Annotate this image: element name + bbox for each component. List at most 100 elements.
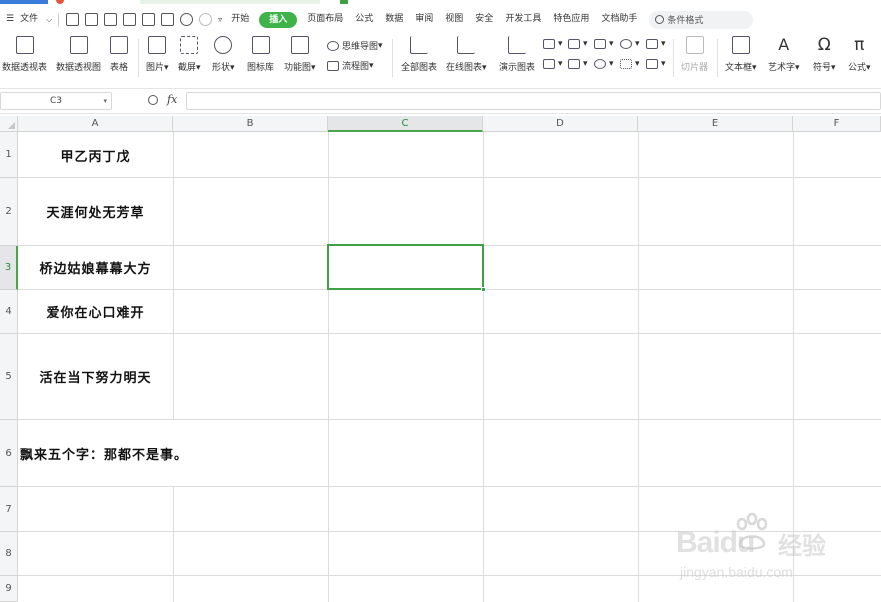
line-chart-icon [594,39,606,49]
open-folder-icon[interactable] [85,13,99,26]
picture-button[interactable]: 图片▾ [146,36,169,73]
online-chart-button[interactable]: 在线图表▾ [446,36,487,73]
mindmap-icon [327,40,339,51]
bar-chart-dropdown[interactable]: ▾ [568,39,588,49]
pie-chart-dropdown[interactable]: ▾ [594,59,614,69]
line-chart-dropdown[interactable]: ▾ [594,39,614,49]
shape-button[interactable]: 形状▾ [212,36,235,73]
tab-special-apps[interactable]: 特色应用 [547,6,595,33]
tab-page-layout[interactable]: 页面布局 [301,6,349,33]
wordart-button[interactable]: A 艺术字▾ [768,35,800,74]
ribbon-divider [673,39,674,77]
row-header-9[interactable]: 9 [0,576,18,602]
cell-a4[interactable]: 爱你在心口难开 [18,290,173,333]
column-header-e[interactable]: E [638,116,793,132]
stock-chart-icon [568,59,580,69]
tab-data[interactable]: 数据 [379,6,409,33]
function-chart-button[interactable]: 功能图▾ [284,36,316,73]
tab-developer[interactable]: 开发工具 [499,6,547,33]
row-header-2[interactable]: 2 [0,178,18,246]
formula-input[interactable] [186,92,881,110]
home-tab-indicator[interactable] [0,0,48,4]
select-all-corner[interactable] [0,116,18,132]
row-header-8[interactable]: 8 [0,532,18,576]
combo-chart-dropdown[interactable]: ▾ [646,59,666,69]
active-cell-c3[interactable] [327,244,486,292]
export-icon[interactable] [123,13,137,26]
tab-review[interactable]: 审阅 [409,6,439,33]
icon-library-label: 图标库 [247,63,275,73]
mail-chart-dropdown[interactable]: ▾ [543,59,563,69]
tab-home[interactable]: 开始 [225,6,255,33]
insert-function-button[interactable]: fx [167,93,177,106]
tab-doc-assistant[interactable]: 文档助手 [595,6,643,33]
row-header-3[interactable]: 3 [0,246,18,290]
cell-a1[interactable]: 甲乙丙丁戊 [18,133,173,177]
quick-access-dropdown-icon[interactable]: ▿ [215,6,225,33]
ribbon-divider [717,39,718,77]
row-header-4[interactable]: 4 [0,290,18,334]
function-chart-icon [290,36,309,54]
scatter-chart-dropdown[interactable]: ▾ [620,59,640,69]
column-header-c[interactable]: C [328,116,483,132]
slicer-button[interactable]: 切片器 [681,36,708,73]
mindmap-button[interactable]: 思维导图 ▾ [327,39,383,52]
save-icon[interactable] [104,13,118,26]
app-tab-indicator[interactable] [56,0,64,4]
flowchart-button[interactable]: 流程图 ▾ [327,59,374,72]
row-header-7[interactable]: 7 [0,487,18,532]
name-box[interactable]: C3 ▾ [0,92,112,110]
stock-chart-dropdown[interactable]: ▾ [568,59,588,69]
watermark-site: jingyan.baidu.com [680,564,793,580]
symbol-button[interactable]: Ω 符号▾ [813,36,836,73]
fill-handle[interactable] [481,287,486,292]
new-file-icon[interactable] [66,13,80,26]
pivot-table-label: 数据透视表 [2,63,48,73]
textbox-button[interactable]: 文本框▾ [725,36,757,73]
screenshot-button[interactable]: 截屏▾ [178,36,201,73]
gridline [18,486,881,487]
active-doc-tab[interactable] [140,0,320,4]
command-search-box[interactable]: 条件格式 [649,10,754,29]
tab-formulas[interactable]: 公式 [349,6,379,33]
area-chart-dropdown[interactable]: ▾ [646,39,666,49]
tab-security[interactable]: 安全 [469,6,499,33]
redo-icon[interactable] [199,13,213,26]
pivot-table-button[interactable]: 数据透视表 [2,36,47,73]
all-charts-button[interactable]: 全部图表 [401,36,437,73]
column-header-a[interactable]: A [18,116,173,132]
print-preview-icon[interactable] [161,13,175,26]
pivot-chart-button[interactable]: 数据透视图 [56,36,101,73]
screenshot-icon [180,36,199,54]
column-header-f[interactable]: F [793,116,881,132]
chevron-down-icon[interactable]: ▾ [103,93,107,109]
demo-chart-button[interactable]: 演示图表 [499,36,535,73]
cell-a5[interactable]: 活在当下努力明天 [18,334,173,419]
tab-insert[interactable]: 插入 [259,11,298,28]
row-header-6[interactable]: 6 [0,420,18,487]
insert-ribbon: 数据透视表 数据透视图 表格 图片▾ 截屏▾ 形状▾ 图标库 功能图▾ 思维导图… [0,33,881,83]
cell-a2[interactable]: 天涯何处无芳草 [18,178,173,245]
column-header-b[interactable]: B [173,116,328,132]
column-chart-dropdown[interactable]: ▾ [543,39,563,49]
watermark-brand-cn: 经验 [778,532,826,560]
chevron-down-icon[interactable]: ⌵ [44,6,54,33]
formula-button[interactable]: π 公式▾ [848,36,871,73]
undo-icon[interactable] [180,13,194,26]
table-button[interactable]: 表格 [110,36,128,73]
radar-chart-dropdown[interactable]: ▾ [620,39,640,49]
cell-a3[interactable]: 桥边姑娘幕幕大方 [18,246,173,289]
row-header-1[interactable]: 1 [0,132,18,178]
hamburger-icon[interactable]: ☰ [0,6,20,33]
tab-view[interactable]: 视图 [439,6,469,33]
zoom-icon[interactable] [148,95,158,105]
cell-a6[interactable]: 飘来五个字：那都不是事。 [18,420,328,486]
wordart-icon: A [778,35,790,54]
watermark-brand: Baidu [676,526,755,559]
column-header-d[interactable]: D [483,116,638,132]
icon-library-button[interactable]: 图标库 [247,36,274,73]
column-chart-icon [543,39,555,49]
file-menu[interactable]: 文件 [20,6,44,33]
row-header-5[interactable]: 5 [0,334,18,420]
print-icon[interactable] [142,13,156,26]
